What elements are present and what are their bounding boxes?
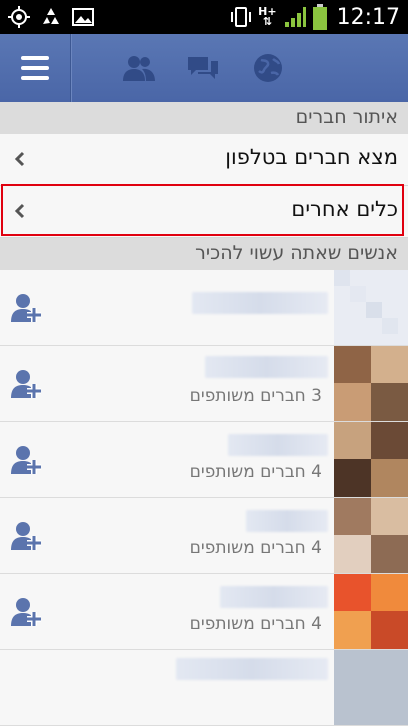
person-name-blurred bbox=[176, 658, 328, 680]
messages-icon[interactable] bbox=[186, 51, 220, 85]
add-friend-icon[interactable] bbox=[10, 520, 44, 552]
chevron-left-icon bbox=[14, 151, 25, 167]
person-name-blurred bbox=[220, 586, 328, 608]
profile-photo-pixelated bbox=[334, 422, 408, 497]
status-bar: H+ ⇅ 12:17 bbox=[0, 0, 408, 34]
person-name-blurred bbox=[228, 434, 328, 456]
battery-icon bbox=[312, 4, 327, 30]
menu-icon bbox=[21, 56, 49, 60]
profile-photo-pixelated bbox=[334, 574, 408, 649]
gps-icon bbox=[8, 6, 30, 28]
friend-requests-icon[interactable] bbox=[122, 51, 156, 85]
menu-icon-bar bbox=[21, 76, 49, 80]
gallery-icon bbox=[72, 8, 94, 26]
mutual-friends-count: 3 חברים משותפים bbox=[189, 386, 322, 406]
add-friend-icon[interactable] bbox=[10, 368, 44, 400]
person-row[interactable] bbox=[0, 650, 408, 726]
section-header-people-you-may-know: אנשים שאתה עשוי להכיר bbox=[0, 238, 408, 271]
person-row[interactable]: 3 חברים משותפים bbox=[0, 346, 408, 422]
person-name-blurred bbox=[192, 292, 328, 314]
top-navigation-bar bbox=[0, 34, 408, 103]
menu-button[interactable] bbox=[0, 34, 71, 102]
person-row[interactable]: 4 חברים משותפים bbox=[0, 422, 408, 498]
vibrate-icon bbox=[231, 7, 252, 27]
hplus-network-icon: H+ ⇅ bbox=[258, 5, 277, 28]
mutual-friends-count: 4 חברים משותפים bbox=[189, 462, 322, 482]
menu-icon-bar bbox=[21, 66, 49, 70]
clock: 12:17 bbox=[336, 4, 400, 30]
add-friend-icon[interactable] bbox=[10, 292, 44, 324]
person-row[interactable]: 4 חברים משותפים bbox=[0, 498, 408, 574]
recycle-icon bbox=[43, 8, 59, 24]
mutual-friends-count: 4 חברים משותפים bbox=[189, 614, 322, 634]
section-header-find-friends: איתור חברים bbox=[0, 102, 408, 135]
person-name-blurred bbox=[246, 510, 328, 532]
add-friend-icon[interactable] bbox=[10, 596, 44, 628]
notifications-globe-icon[interactable] bbox=[251, 51, 285, 85]
mutual-friends-count: 4 חברים משותפים bbox=[189, 538, 322, 558]
section-title: אנשים שאתה עשוי להכיר bbox=[195, 242, 398, 264]
person-name-blurred bbox=[205, 356, 328, 378]
signal-icon bbox=[284, 7, 306, 27]
person-row[interactable] bbox=[0, 270, 408, 346]
selection-highlight bbox=[1, 184, 404, 236]
row-label: מצא חברים בטלפון bbox=[225, 145, 398, 169]
person-row[interactable]: 4 חברים משותפים bbox=[0, 574, 408, 650]
add-friend-icon[interactable] bbox=[10, 444, 44, 476]
profile-photo-pixelated bbox=[334, 498, 408, 573]
profile-photo-pixelated bbox=[334, 346, 408, 421]
profile-photo-pixelated bbox=[334, 650, 408, 725]
find-friends-phone-row[interactable]: מצא חברים בטלפון bbox=[0, 134, 408, 186]
profile-photo-pixelated bbox=[334, 270, 408, 345]
section-title: איתור חברים bbox=[295, 106, 398, 128]
